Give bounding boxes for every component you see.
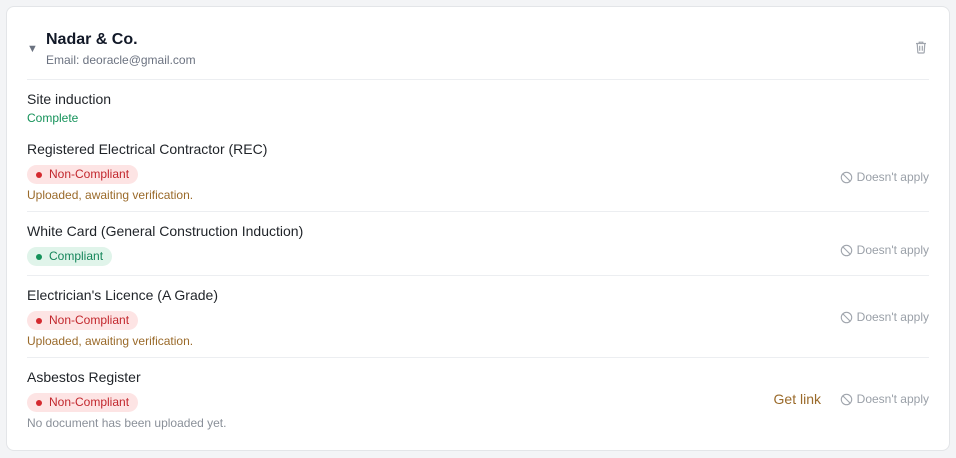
divider [27,79,929,80]
requirement-title: Electrician's Licence (A Grade) [27,287,218,303]
status-badge: Non-Compliant [27,393,139,412]
company-header: ▼ Nadar & Co. Email: deoracle@gmail.com [27,29,929,79]
collapse-caret-icon[interactable]: ▼ [27,43,38,55]
requirement-note: Uploaded, awaiting verification. [27,334,194,348]
company-card: ▼ Nadar & Co. Email: deoracle@gmail.com … [6,6,950,451]
status-badge: Non-Compliant [27,311,139,330]
status-dot-icon [36,171,42,178]
status-badge: Compliant [27,247,113,266]
trash-icon[interactable] [913,39,929,55]
status-dot-icon [36,399,42,406]
block-icon [840,244,852,256]
doesnt-apply-button[interactable]: Doesn't apply [840,243,929,257]
divider [27,275,929,276]
block-icon [840,311,852,323]
status-badge: Non-Compliant [27,165,139,184]
requirement-note: No document has been uploaded yet. [27,416,227,430]
block-icon [840,393,852,405]
divider [27,357,929,358]
requirement-row-asbestos-register: Asbestos Register Non-Compliant No docum… [27,369,929,431]
status-dot-icon [36,253,42,260]
requirement-row-rec: Registered Electrical Contractor (REC) N… [27,141,929,203]
requirement-note: Uploaded, awaiting verification. [27,188,194,202]
requirement-row-electrician-licence: Electrician's Licence (A Grade) Non-Comp… [27,287,929,349]
company-name: Nadar & Co. [46,31,138,48]
requirement-title: Asbestos Register [27,369,141,385]
site-induction-row: Site induction Complete [27,91,929,131]
site-induction-title: Site induction [27,91,112,107]
requirement-title: White Card (General Construction Inducti… [27,223,304,239]
requirement-row-white-card: White Card (General Construction Inducti… [27,223,929,273]
company-email: Email: deoracle@gmail.com [46,53,196,67]
get-link-button[interactable]: Get link [774,391,821,407]
site-induction-status: Complete [27,111,79,125]
block-icon [840,171,852,183]
divider [27,211,929,212]
status-dot-icon [36,317,42,324]
doesnt-apply-button[interactable]: Doesn't apply [840,170,929,184]
doesnt-apply-button[interactable]: Doesn't apply [840,392,929,406]
requirement-title: Registered Electrical Contractor (REC) [27,141,268,157]
doesnt-apply-button[interactable]: Doesn't apply [840,310,929,324]
